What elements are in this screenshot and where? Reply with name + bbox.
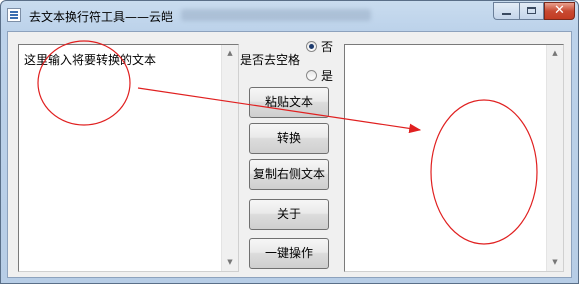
- title-bar[interactable]: 去文本换行符工具——云皑 ✕: [1, 1, 578, 31]
- convert-button[interactable]: 转换: [249, 123, 329, 154]
- scroll-up-arrow-icon[interactable]: ▲: [222, 45, 238, 62]
- radio-yes-label: 是: [321, 69, 334, 83]
- window-title: 去文本换行符工具——云皑: [29, 10, 174, 24]
- about-button[interactable]: 关于: [249, 199, 329, 230]
- input-text: 这里输入将要转换的文本: [24, 53, 157, 67]
- close-icon: ✕: [554, 3, 565, 18]
- app-icon: [7, 8, 21, 22]
- trim-spaces-label: 是否去空格: [240, 53, 301, 67]
- paste-text-button[interactable]: 粘贴文本: [249, 87, 329, 118]
- input-textarea[interactable]: 这里输入将要转换的文本 ▲ ▼: [18, 44, 239, 272]
- scroll-down-arrow-icon[interactable]: ▼: [222, 254, 238, 271]
- output-scrollbar[interactable]: ▲ ▼: [546, 45, 563, 271]
- output-textarea[interactable]: ▲ ▼: [344, 44, 564, 272]
- app-window: 去文本换行符工具——云皑 ✕ 这里输入将要转换的文本 ▲ ▼ 是否去空格 否 是…: [0, 0, 579, 284]
- blurred-title-region: [181, 9, 371, 21]
- scroll-down-arrow-icon[interactable]: ▼: [547, 254, 563, 271]
- copy-right-text-button[interactable]: 复制右侧文本: [249, 159, 329, 190]
- one-click-button[interactable]: 一键操作: [249, 238, 329, 269]
- minimize-button[interactable]: [493, 2, 519, 20]
- radio-no[interactable]: 否: [306, 38, 333, 55]
- client-area: 这里输入将要转换的文本 ▲ ▼ 是否去空格 否 是 粘贴文本 转换 复制右侧文本…: [7, 31, 572, 278]
- radio-yes-circle[interactable]: [306, 70, 317, 81]
- maximize-button[interactable]: [519, 2, 544, 20]
- input-scrollbar[interactable]: ▲ ▼: [221, 45, 238, 271]
- radio-yes[interactable]: 是: [306, 67, 333, 84]
- radio-no-circle[interactable]: [306, 41, 317, 52]
- radio-no-label: 否: [321, 40, 334, 54]
- scroll-up-arrow-icon[interactable]: ▲: [547, 45, 563, 62]
- close-button[interactable]: ✕: [544, 2, 575, 20]
